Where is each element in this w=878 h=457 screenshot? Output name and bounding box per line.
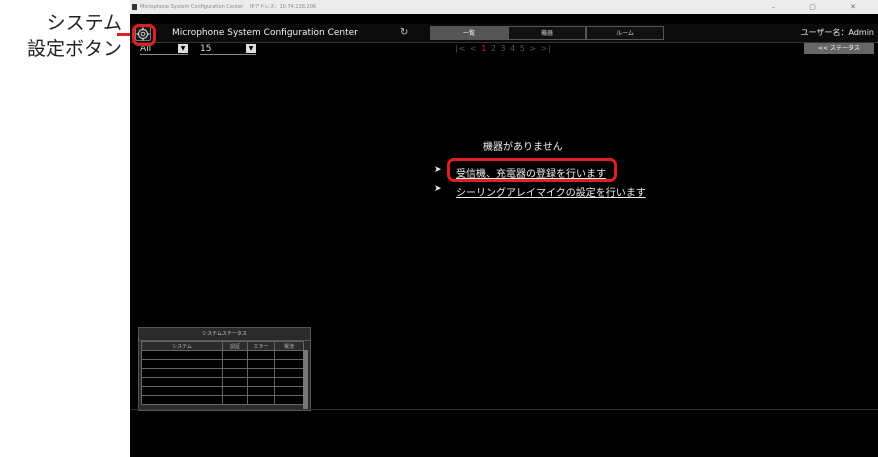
table-cell xyxy=(222,386,248,396)
status-toggle-button[interactable]: << ステータス xyxy=(804,43,874,54)
table-row xyxy=(141,386,304,396)
table-row xyxy=(141,368,304,378)
table-cell xyxy=(222,350,248,360)
table-cell xyxy=(141,377,223,387)
status-table-header: システム 認証 エラー 電池 xyxy=(141,341,304,351)
window-title: Microphone System Configuration Center xyxy=(140,4,244,10)
table-row xyxy=(141,359,304,369)
table-cell xyxy=(141,395,223,405)
table-cell xyxy=(141,368,223,378)
app-header: Microphone System Configuration Center ↻… xyxy=(130,24,878,43)
tab-list[interactable]: 一覧 xyxy=(430,26,508,40)
chevron-right-icon: ➤ xyxy=(434,165,442,175)
tab-devices[interactable]: 機器 xyxy=(508,26,586,40)
table-cell xyxy=(247,386,275,396)
pager-first[interactable]: |< xyxy=(455,44,466,53)
app-logo-icon xyxy=(132,4,137,10)
pager-page-3[interactable]: 3 xyxy=(500,44,506,53)
window-controls[interactable]: – ▢ ✕ xyxy=(772,0,872,14)
table-cell xyxy=(222,368,248,378)
table-cell xyxy=(222,395,248,405)
page-size-value: 15 xyxy=(200,44,212,54)
col-system: システム xyxy=(141,341,223,351)
ceiling-mic-settings-link[interactable]: シーリングアレイマイクの設定を行います xyxy=(456,184,646,199)
system-status-panel: システムステータス システム 認証 エラー 電池 xyxy=(138,327,311,411)
table-row xyxy=(141,350,304,360)
status-scrollbar[interactable] xyxy=(303,350,308,410)
pager-page-4[interactable]: 4 xyxy=(510,44,516,53)
table-cell xyxy=(141,350,223,360)
toolbar: All ▼ 15 ▼ |< < 1 2 3 4 5 > >| << ステータス xyxy=(130,42,878,56)
pager-page-2[interactable]: 2 xyxy=(491,44,497,53)
callout-line2: 設定ボタン xyxy=(26,38,122,60)
refresh-icon[interactable]: ↻ xyxy=(400,24,408,42)
empty-message: 機器がありません xyxy=(483,142,563,153)
register-link-highlight xyxy=(447,158,617,182)
tab-rooms[interactable]: ルーム xyxy=(586,26,664,40)
table-cell xyxy=(222,359,248,369)
col-error: エラー xyxy=(247,341,275,351)
page-size-select[interactable]: 15 ▼ xyxy=(200,43,256,55)
user-name: ユーザー名：Admin xyxy=(800,28,874,37)
chevron-right-icon: ➤ xyxy=(434,184,442,194)
app-title: Microphone System Configuration Center xyxy=(172,28,358,38)
ip-address: IPアドレス：10.74.228.206 xyxy=(250,4,317,10)
pager-prev[interactable]: < xyxy=(470,44,478,53)
table-cell xyxy=(274,386,304,396)
table-cell xyxy=(247,377,275,387)
table-cell xyxy=(247,359,275,369)
pager-page-1[interactable]: 1 xyxy=(481,44,487,53)
table-row xyxy=(141,395,304,405)
table-cell xyxy=(274,368,304,378)
table-cell xyxy=(274,377,304,387)
table-cell xyxy=(274,359,304,369)
app-window: Microphone System Configuration Center I… xyxy=(130,0,878,457)
chevron-down-icon: ▼ xyxy=(178,44,188,53)
table-row xyxy=(141,377,304,387)
table-cell xyxy=(274,350,304,360)
pager-next[interactable]: > xyxy=(529,44,537,53)
table-cell xyxy=(141,359,223,369)
pager: |< < 1 2 3 4 5 > >| xyxy=(455,42,552,56)
status-panel-title: システムステータス xyxy=(139,328,310,341)
table-cell xyxy=(141,386,223,396)
settings-highlight xyxy=(132,24,156,46)
col-auth: 認証 xyxy=(222,341,248,351)
view-tabs: 一覧 機器 ルーム xyxy=(430,26,664,40)
pager-page-5[interactable]: 5 xyxy=(520,44,526,53)
table-cell xyxy=(247,368,275,378)
callout-label: システム 設定ボタン xyxy=(2,10,122,62)
table-cell xyxy=(222,377,248,387)
callout-line1: システム xyxy=(46,12,122,34)
col-battery: 電池 xyxy=(274,341,304,351)
footer-divider xyxy=(130,409,878,410)
table-cell xyxy=(274,395,304,405)
status-table: システム 認証 エラー 電池 xyxy=(141,341,304,405)
chevron-down-icon: ▼ xyxy=(246,44,256,53)
window-titlebar: Microphone System Configuration Center I… xyxy=(130,0,878,14)
table-cell xyxy=(247,395,275,405)
pager-last[interactable]: >| xyxy=(541,44,552,53)
table-cell xyxy=(247,350,275,360)
